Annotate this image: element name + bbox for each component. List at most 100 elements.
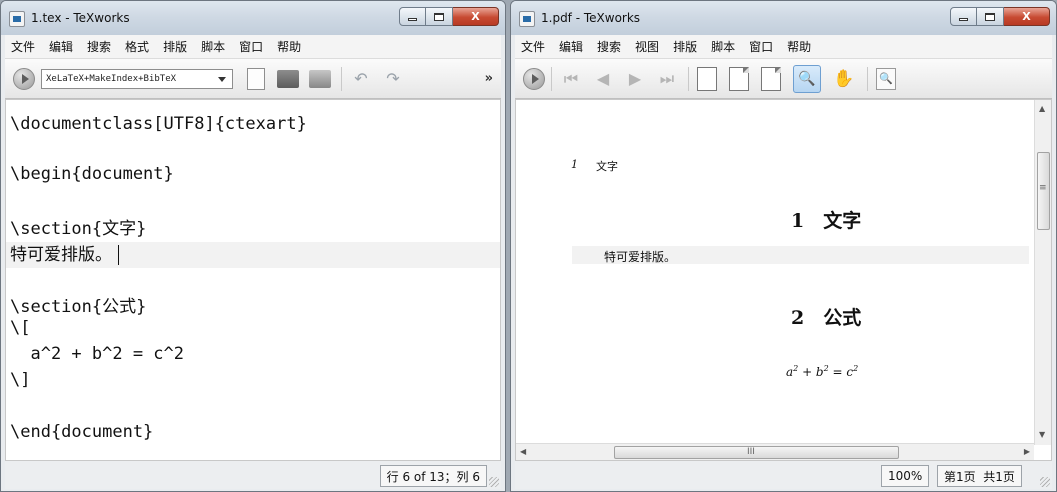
editor-statusbar: 行 6 of 13；列 6 bbox=[5, 461, 501, 489]
viewer-statusbar: 100% 第1页 共1页 bbox=[515, 461, 1052, 489]
code-line-8: \section{公式} bbox=[10, 297, 147, 317]
toolbar-separator bbox=[688, 66, 689, 91]
maximize-button[interactable] bbox=[426, 7, 453, 26]
scroll-hand-tool-button[interactable]: ✋ bbox=[831, 66, 857, 92]
menu-search[interactable]: 搜索 bbox=[87, 38, 111, 55]
actual-size-button[interactable] bbox=[697, 66, 717, 91]
menu-scripts[interactable]: 脚本 bbox=[201, 38, 225, 55]
arrow-left-icon: ◀ bbox=[596, 69, 610, 88]
toolbar-separator bbox=[867, 66, 868, 91]
first-page-button[interactable]: ⏮ bbox=[560, 68, 582, 90]
menu-typeset[interactable]: 排版 bbox=[673, 38, 697, 55]
menu-help[interactable]: 帮助 bbox=[277, 38, 301, 55]
zoom-level-status[interactable]: 100% bbox=[881, 465, 930, 487]
minimize-button[interactable] bbox=[950, 7, 977, 26]
cursor-position-status[interactable]: 行 6 of 13；列 6 bbox=[379, 465, 487, 487]
find-button[interactable]: 🔍 bbox=[876, 67, 896, 90]
redo-button[interactable]: ↷ bbox=[382, 68, 404, 90]
typeset-button[interactable] bbox=[523, 67, 545, 90]
menu-file[interactable]: 文件 bbox=[521, 38, 545, 55]
menu-edit[interactable]: 编辑 bbox=[559, 38, 583, 55]
last-page-icon: ⏭ bbox=[659, 68, 675, 88]
editor-caption-buttons: X bbox=[399, 7, 499, 26]
resize-grip[interactable] bbox=[489, 477, 499, 487]
viewer-titlebar[interactable]: 1.pdf - TeXworks X bbox=[511, 1, 1056, 35]
total-pages: 共1页 bbox=[983, 469, 1015, 484]
magnifier-icon: 🔍 bbox=[798, 70, 816, 87]
fit-window-button[interactable] bbox=[761, 66, 781, 91]
page-status[interactable]: 第1页 共1页 bbox=[937, 465, 1022, 487]
pdf-viewer[interactable]: 1 文字 1 文字 特可爱排版。 2 公式 a2 + b2 = c2 ▲ ≡ ▼… bbox=[515, 99, 1052, 461]
viewer-toolbar: ⏮ ◀ ▶ ⏭ 🔍 ✋ 🔍 bbox=[515, 59, 1052, 99]
menu-typeset[interactable]: 排版 bbox=[163, 38, 187, 55]
typeset-button[interactable] bbox=[13, 67, 35, 90]
vertical-scrollbar[interactable]: ▲ ≡ ▼ bbox=[1034, 100, 1051, 445]
close-button[interactable]: X bbox=[453, 7, 499, 26]
scroll-up-icon[interactable]: ▲ bbox=[1039, 104, 1045, 113]
body-text: 特可爱排版。 bbox=[604, 250, 677, 264]
horizontal-scrollbar[interactable]: ◀ III ▶ bbox=[516, 443, 1034, 460]
menu-view[interactable]: 视图 bbox=[635, 38, 659, 55]
engine-select[interactable]: XeLaTeX+MakeIndex+BibTeX bbox=[41, 68, 233, 89]
search-icon: 🔍 bbox=[879, 72, 893, 85]
viewer-window-title: 1.pdf - TeXworks bbox=[541, 11, 641, 25]
editor-menubar: 文件 编辑 搜索 格式 排版 脚本 窗口 帮助 bbox=[5, 35, 501, 59]
undo-button[interactable]: ↶ bbox=[350, 68, 372, 90]
close-button[interactable]: X bbox=[1004, 7, 1050, 26]
editor-toolbar: XeLaTeX+MakeIndex+BibTeX ↶ ↷ » bbox=[5, 59, 501, 99]
scroll-right-icon[interactable]: ▶ bbox=[1024, 447, 1030, 456]
engine-select-value: XeLaTeX+MakeIndex+BibTeX bbox=[46, 73, 177, 84]
hand-icon: ✋ bbox=[833, 68, 855, 89]
scroll-left-icon[interactable]: ◀ bbox=[520, 447, 526, 456]
editor-window: 1.tex - TeXworks X 文件 编辑 搜索 格式 排版 脚本 窗口 … bbox=[0, 0, 506, 492]
code-line-10: a^2 + b^2 = c^2 bbox=[10, 344, 184, 364]
maximize-icon bbox=[985, 12, 995, 21]
arrow-right-icon: ▶ bbox=[628, 69, 642, 88]
section-2-heading: 2 公式 bbox=[791, 307, 862, 329]
minimize-button[interactable] bbox=[399, 7, 426, 26]
new-document-button[interactable] bbox=[245, 67, 267, 90]
open-button[interactable] bbox=[277, 68, 299, 90]
code-line-13: \end{document} bbox=[10, 422, 154, 442]
fit-width-button[interactable] bbox=[729, 66, 749, 91]
maximize-icon bbox=[434, 12, 444, 21]
menu-search[interactable]: 搜索 bbox=[597, 38, 621, 55]
current-page: 第1页 bbox=[944, 469, 976, 484]
horizontal-scroll-thumb[interactable]: III bbox=[614, 446, 899, 459]
menu-edit[interactable]: 编辑 bbox=[49, 38, 73, 55]
source-editor[interactable]: \documentclass[UTF8]{ctexart} \begin{doc… bbox=[5, 99, 501, 461]
section-1-heading: 1 文字 bbox=[791, 210, 862, 232]
text-caret bbox=[118, 245, 119, 265]
last-page-button[interactable]: ⏭ bbox=[656, 68, 678, 90]
equation: a2 + b2 = c2 bbox=[786, 364, 859, 379]
code-line-9: \[ bbox=[10, 318, 31, 338]
magnify-tool-button[interactable]: 🔍 bbox=[793, 64, 821, 93]
menu-file[interactable]: 文件 bbox=[11, 38, 35, 55]
grip-icon: ≡ bbox=[1039, 183, 1047, 193]
menu-window[interactable]: 窗口 bbox=[749, 38, 773, 55]
viewer-caption-buttons: X bbox=[950, 7, 1050, 26]
running-header-number: 1 bbox=[571, 158, 578, 171]
editor-titlebar[interactable]: 1.tex - TeXworks X bbox=[1, 1, 505, 35]
previous-page-button[interactable]: ◀ bbox=[592, 68, 614, 90]
menu-format[interactable]: 格式 bbox=[125, 38, 149, 55]
viewer-window: 1.pdf - TeXworks X 文件 编辑 搜索 视图 排版 脚本 窗口 … bbox=[510, 0, 1057, 492]
undo-icon: ↶ bbox=[354, 69, 368, 88]
maximize-button[interactable] bbox=[977, 7, 1004, 26]
chevron-down-icon bbox=[218, 76, 226, 82]
scroll-down-icon[interactable]: ▼ bbox=[1039, 430, 1045, 439]
menu-window[interactable]: 窗口 bbox=[239, 38, 263, 55]
vertical-scroll-thumb[interactable]: ≡ bbox=[1037, 152, 1050, 230]
running-header-title: 文字 bbox=[596, 160, 618, 173]
editor-window-title: 1.tex - TeXworks bbox=[31, 11, 130, 25]
next-page-button[interactable]: ▶ bbox=[624, 68, 646, 90]
save-icon bbox=[309, 69, 331, 88]
code-line-5: \section{文字} bbox=[10, 219, 147, 239]
menu-help[interactable]: 帮助 bbox=[787, 38, 811, 55]
toolbar-overflow-button[interactable]: » bbox=[485, 71, 493, 86]
code-line-11: \] bbox=[10, 370, 31, 390]
minimize-icon bbox=[408, 18, 417, 21]
resize-grip[interactable] bbox=[1040, 477, 1050, 487]
save-button[interactable] bbox=[309, 68, 331, 90]
menu-scripts[interactable]: 脚本 bbox=[711, 38, 735, 55]
